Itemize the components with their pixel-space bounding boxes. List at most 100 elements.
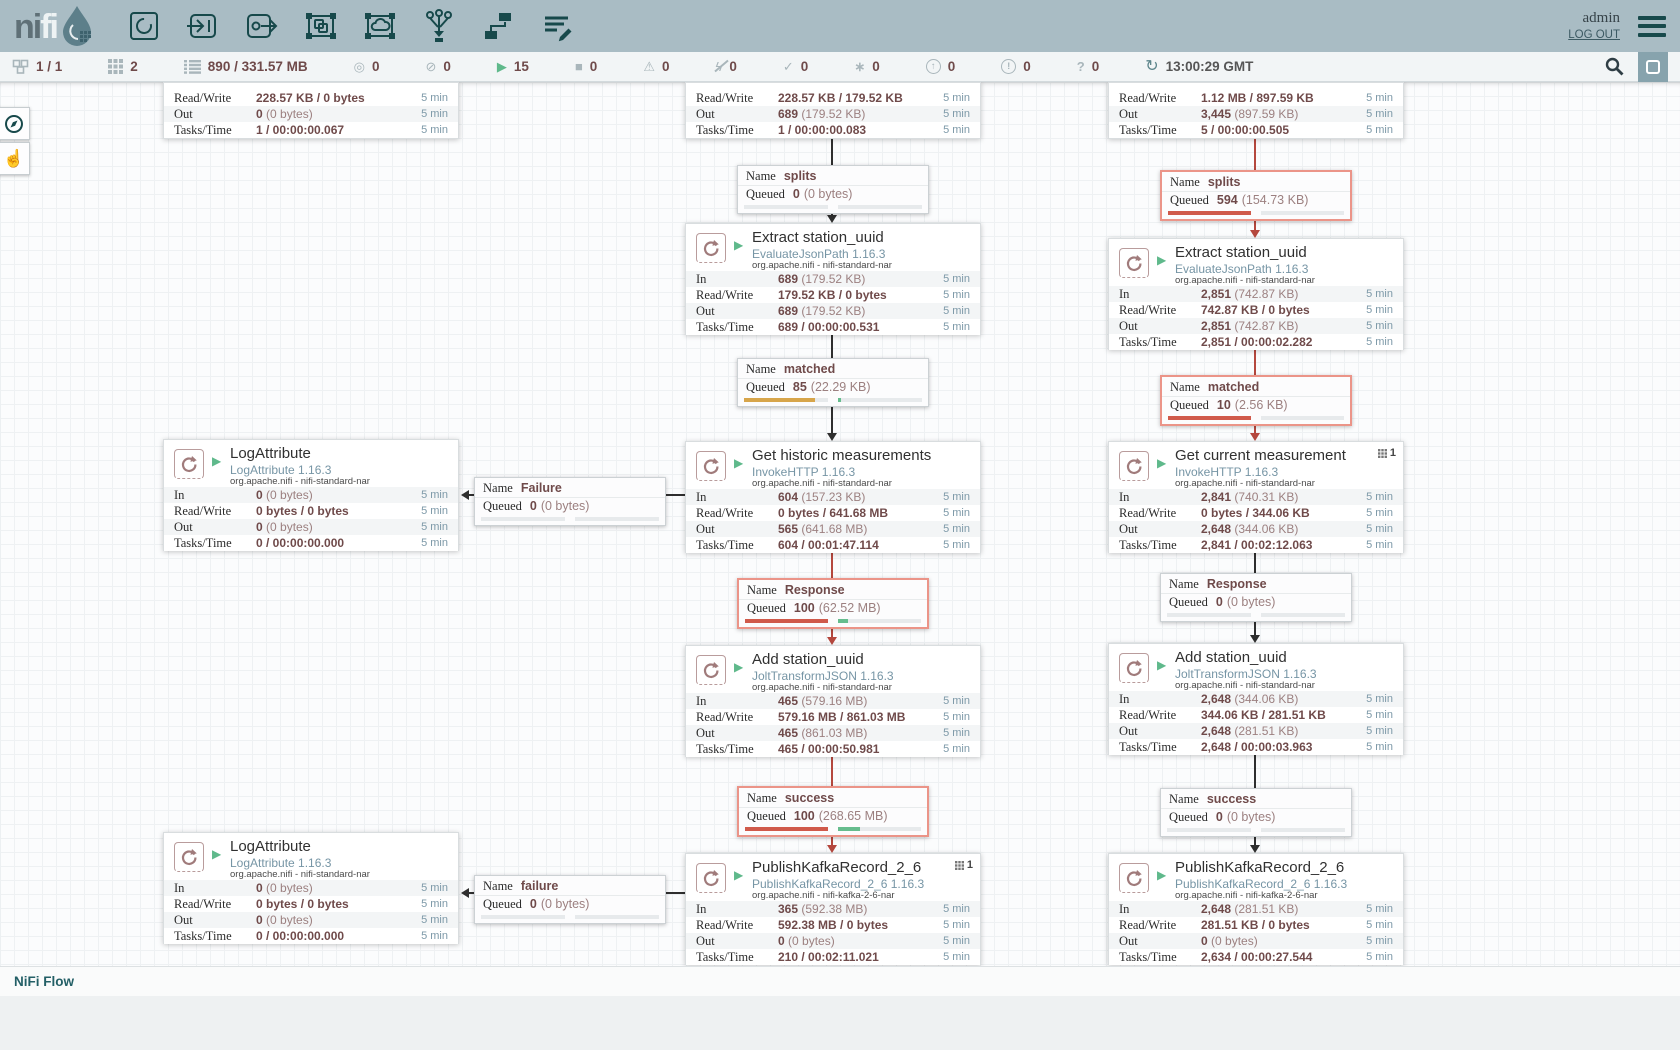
process-group-tool[interactable]: [302, 6, 340, 46]
running-status-icon: ▶: [1157, 869, 1166, 881]
connection-label-failure-bottom[interactable]: Namefailure Queued0(0 bytes): [474, 875, 666, 924]
breadcrumb-root[interactable]: NiFi Flow: [14, 974, 74, 989]
disabled-bolt-icon: ϟ: [715, 60, 722, 73]
stat-row-out: Out2,648 (281.51 KB)5 min: [1109, 723, 1403, 739]
compass-icon: [4, 114, 24, 134]
sync-failure-question-icon: ?: [1077, 60, 1085, 73]
stat-row-tasks-time: Tasks/Time 1 / 00:00:00.083 5 min: [686, 122, 980, 138]
processor-type: LogAttribute 1.16.3: [230, 856, 331, 870]
last-refresh-time: 13:00:29 GMT: [1166, 59, 1254, 74]
count-percent-bar: [1168, 211, 1251, 215]
stat-row-out: Out 689 (179.52 KB) 5 min: [686, 106, 980, 122]
operate-palette-button[interactable]: ☝: [0, 142, 30, 175]
processor-name: PublishKafkaRecord_2_6: [1175, 859, 1344, 876]
running-status-icon: ▶: [1157, 254, 1166, 266]
active-threads-badge: 1: [1378, 447, 1396, 459]
processor-type: InvokeHTTP 1.16.3: [752, 465, 855, 479]
processor-extract-station-uuid-right[interactable]: ▶ Extract station_uuid EvaluateJsonPath …: [1108, 238, 1404, 350]
stat-row-tasks-time: Tasks/Time0 / 00:00:00.0005 min: [164, 928, 458, 944]
stat-row-tasks-time: Tasks/Time604 / 00:01:47.1145 min: [686, 537, 980, 553]
refresh-icon[interactable]: ↻: [1145, 60, 1158, 73]
input-port-tool[interactable]: [184, 6, 222, 46]
stat-row-in: In2,851 (742.87 KB)5 min: [1109, 286, 1403, 302]
label-tool[interactable]: [538, 6, 576, 46]
processor-type: JoltTransformJSON 1.16.3: [752, 669, 894, 683]
stat-row-tasks-time: Tasks/Time 1 / 00:00:00.067 5 min: [164, 122, 458, 138]
processor-get-historic-measurements[interactable]: ▶ Get historic measurements InvokeHTTP 1…: [685, 441, 981, 553]
count-percent-bar: [1167, 828, 1251, 832]
arrowhead: [827, 433, 837, 441]
size-percent-bar: [575, 915, 659, 919]
stat-row-read-write: Read/Write 1.12 MB / 897.59 KB 5 min: [1109, 90, 1403, 106]
locally-modified-asterisk-icon: ∗: [854, 60, 865, 73]
stat-row-read-write: Read/Write579.16 MB / 861.03 MB5 min: [686, 709, 980, 725]
stat-row-read-write: Read/Write 228.57 KB / 179.52 KB 5 min: [686, 90, 980, 106]
running-status-icon: ▶: [734, 239, 743, 251]
running-status: ▶ 15: [497, 59, 529, 74]
processor-add-station-uuid-mid[interactable]: ▶ Add station_uuid JoltTransformJSON 1.1…: [685, 645, 981, 757]
processor-type: JoltTransformJSON 1.16.3: [1175, 667, 1317, 681]
footer-strip: [0, 996, 1680, 1050]
processor-tool[interactable]: [125, 6, 163, 46]
flow-canvas[interactable]: ☝ Read/Write 228.57 KB / 0 bytes 5 min O…: [0, 82, 1680, 966]
remote-process-group-tool[interactable]: [361, 6, 399, 46]
stat-row-in: In2,648 (344.06 KB)5 min: [1109, 691, 1403, 707]
connection-label-response-right[interactable]: NameResponse Queued0(0 bytes): [1160, 573, 1352, 622]
arrowhead: [827, 845, 837, 853]
processor-name: Get current measurement: [1175, 447, 1346, 464]
queued-list-icon: [184, 60, 201, 74]
search-icon[interactable]: [1605, 57, 1624, 76]
stat-row-read-write: Read/Write0 bytes / 0 bytes5 min: [164, 503, 458, 519]
new-window-panel-button[interactable]: [1638, 52, 1668, 82]
stale-status: ↑ 0: [926, 59, 956, 74]
running-status-icon: ▶: [1157, 659, 1166, 671]
stat-row-tasks-time: Tasks/Time2,634 / 00:00:27.5445 min: [1109, 949, 1403, 965]
funnel-icon: [421, 8, 457, 44]
processor-publishkafkarecord-mid[interactable]: ▶ PublishKafkaRecord_2_6 PublishKafkaRec…: [685, 853, 981, 965]
count-percent-bar: [1167, 613, 1251, 617]
logout-link[interactable]: LOG OUT: [1568, 27, 1620, 44]
stat-row-tasks-time: Tasks/Time210 / 00:02:11.0215 min: [686, 949, 980, 965]
global-menu-button[interactable]: [1638, 16, 1666, 37]
navigate-palette-button[interactable]: [0, 107, 30, 140]
processor-logattribute-bottom[interactable]: ▶ LogAttribute LogAttribute 1.16.3 org.a…: [163, 832, 459, 944]
processor-icon: [126, 8, 162, 44]
stat-row-out: Out465 (861.03 MB)5 min: [686, 725, 980, 741]
connection-label-matched-right[interactable]: Namematched Queued10(2.56 KB): [1160, 375, 1352, 426]
nifi-logo: nifi: [14, 5, 95, 47]
processor-partial-right[interactable]: Read/Write 1.12 MB / 897.59 KB 5 min Out…: [1108, 82, 1404, 139]
connection-label-failure-top[interactable]: NameFailure Queued0(0 bytes): [474, 477, 666, 526]
processor-partial-left[interactable]: Read/Write 228.57 KB / 0 bytes 5 min Out…: [163, 82, 459, 139]
output-port-tool[interactable]: [243, 6, 281, 46]
running-status-icon: ▶: [734, 457, 743, 469]
processor-partial-mid[interactable]: Read/Write 228.57 KB / 179.52 KB 5 min O…: [685, 82, 981, 139]
processor-get-current-measurement[interactable]: ▶ Get current measurement InvokeHTTP 1.1…: [1108, 441, 1404, 553]
processor-logattribute-top[interactable]: ▶ LogAttribute LogAttribute 1.16.3 org.a…: [163, 439, 459, 551]
processor-type: InvokeHTTP 1.16.3: [1175, 465, 1278, 479]
connection-label-splits-right[interactable]: Namesplits Queued594(154.73 KB): [1160, 170, 1352, 221]
template-tool[interactable]: [479, 6, 517, 46]
connection-label-splits-mid[interactable]: Namesplits Queued0(0 bytes): [737, 165, 929, 214]
processor-bundle: org.apache.nifi - nifi-standard-nar: [1175, 478, 1315, 489]
cluster-nodes-icon: [12, 59, 29, 74]
processor-publishkafkarecord-right[interactable]: ▶ PublishKafkaRecord_2_6 PublishKafkaRec…: [1108, 853, 1404, 965]
connection-label-success-right[interactable]: Namesuccess Queued0(0 bytes): [1160, 788, 1352, 837]
size-percent-bar: [1261, 416, 1344, 420]
stat-row-tasks-time: Tasks/Time689 / 00:00:00.5315 min: [686, 319, 980, 335]
processor-add-station-uuid-right[interactable]: ▶ Add station_uuid JoltTransformJSON 1.1…: [1108, 643, 1404, 755]
count-percent-bar: [744, 205, 828, 209]
processor-bundle: org.apache.nifi - nifi-standard-nar: [230, 476, 370, 487]
connection-label-response-mid[interactable]: NameResponse Queued100(62.52 MB): [737, 578, 929, 629]
processor-type: EvaluateJsonPath 1.16.3: [752, 247, 885, 261]
processor-bundle: org.apache.nifi - nifi-standard-nar: [230, 869, 370, 880]
funnel-tool[interactable]: [420, 6, 458, 46]
processor-extract-station-uuid-mid[interactable]: ▶ Extract station_uuid EvaluateJsonPath …: [685, 223, 981, 335]
arrowhead: [827, 637, 837, 645]
stat-row-in: In604 (157.23 KB)5 min: [686, 489, 980, 505]
cluster-status: 1 / 1: [12, 59, 62, 74]
connection-label-success-mid[interactable]: Namesuccess Queued100(268.65 MB): [737, 786, 929, 837]
size-percent-bar: [1261, 613, 1345, 617]
not-transmitting-status: ⊘ 0: [425, 59, 450, 74]
stat-row-read-write: Read/Write 228.57 KB / 0 bytes 5 min: [164, 90, 458, 106]
connection-label-matched-mid[interactable]: Namematched Queued85(22.29 KB): [737, 358, 929, 407]
